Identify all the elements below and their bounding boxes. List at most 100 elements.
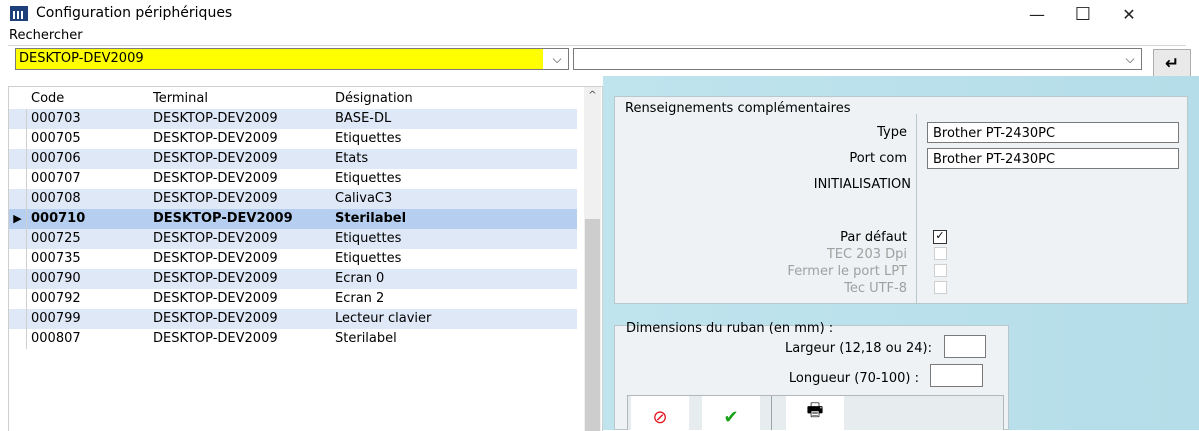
row-separator (26, 229, 27, 249)
cancel-button[interactable]: ⊘ (631, 396, 689, 430)
length-label: Longueur (70-100) : (788, 371, 919, 386)
cell-terminal: DESKTOP-DEV2009 (153, 231, 278, 246)
cell-designation: Ecran 0 (335, 271, 385, 286)
cell-code: 000807 (31, 331, 81, 346)
validate-button[interactable]: ✔ (702, 396, 760, 430)
cell-terminal: DESKTOP-DEV2009 (153, 311, 278, 326)
cell-terminal: DESKTOP-DEV2009 (153, 131, 278, 146)
cell-terminal: DESKTOP-DEV2009 (153, 271, 278, 286)
toolbar-divider (771, 396, 772, 430)
row-separator (26, 309, 27, 329)
search-separator (8, 45, 1186, 46)
print-button[interactable]: 🖶 (786, 396, 844, 430)
table-row[interactable]: 000708 DESKTOP-DEV2009 CalivaC3 (9, 189, 577, 209)
enter-icon: ↵ (1164, 53, 1180, 74)
table-row[interactable]: 000807 DESKTOP-DEV2009 Sterilabel (9, 329, 577, 349)
minimize-button[interactable]: — (1014, 0, 1060, 28)
tec-utf8-checkbox[interactable] (934, 281, 947, 294)
table-row[interactable]: 000703 DESKTOP-DEV2009 BASE-DL (9, 109, 577, 129)
port-com-field[interactable]: Brother PT-2430PC (927, 148, 1179, 169)
type-field[interactable]: Brother PT-2430PC (927, 122, 1179, 143)
cell-terminal: DESKTOP-DEV2009 (153, 291, 278, 306)
cell-terminal: DESKTOP-DEV2009 (153, 151, 278, 166)
close-button[interactable]: ✕ (1106, 0, 1152, 28)
column-header-code[interactable]: Code (31, 89, 64, 109)
cell-designation: CalivaC3 (335, 191, 393, 206)
details-group-title: Renseignements complémentaires (625, 101, 851, 116)
row-separator (26, 189, 27, 209)
cell-designation: Etats (335, 151, 369, 166)
default-label: Par défaut (840, 230, 907, 245)
details-divider (916, 114, 917, 304)
close-lpt-checkbox[interactable] (934, 264, 947, 277)
terminal-combo[interactable]: DESKTOP-DEV2009 ⌵ (15, 48, 569, 70)
cell-terminal: DESKTOP-DEV2009 (153, 211, 293, 226)
cell-terminal: DESKTOP-DEV2009 (153, 251, 278, 266)
row-separator (26, 209, 27, 229)
initialisation-label: INITIALISATION (813, 177, 911, 192)
width-label: Largeur (12,18 ou 24): (784, 341, 932, 356)
table-row[interactable]: 000735 DESKTOP-DEV2009 Etiquettes (9, 249, 577, 269)
title-bar: Configuration périphériques — ☐ ✕ (0, 0, 1199, 28)
cell-designation: Etiquettes (335, 171, 402, 186)
device-table: Code Terminal Désignation 000703 DESKTOP-… (8, 86, 603, 431)
cell-code: 000710 (31, 211, 86, 226)
chevron-down-icon[interactable]: ⌵ (1121, 49, 1139, 69)
table-row[interactable]: 000725 DESKTOP-DEV2009 Etiquettes (9, 229, 577, 249)
printer-icon: 🖶 (806, 400, 824, 421)
checkmark-icon: ✔ (723, 407, 739, 428)
window-title: Configuration périphériques (36, 5, 233, 21)
cell-designation: Lecteur clavier (335, 311, 432, 326)
default-checkbox[interactable]: ✓ (933, 230, 947, 244)
table-row[interactable]: ▶ 000710 DESKTOP-DEV2009 Sterilabel (9, 209, 577, 229)
cell-terminal: DESKTOP-DEV2009 (153, 171, 278, 186)
tec-utf8-label: Tec UTF-8 (844, 281, 907, 296)
cell-designation: Ecran 2 (335, 291, 385, 306)
cell-code: 000705 (31, 131, 81, 146)
table-row[interactable]: 000707 DESKTOP-DEV2009 Etiquettes (9, 169, 577, 189)
tec203-checkbox[interactable] (934, 247, 947, 260)
close-lpt-label: Fermer le port LPT (787, 264, 907, 279)
chevron-down-icon[interactable]: ⌵ (548, 49, 566, 69)
length-field[interactable] (930, 364, 983, 387)
search-label: Rechercher (9, 28, 83, 43)
table-row[interactable]: 000790 DESKTOP-DEV2009 Ecran 0 (9, 269, 577, 289)
enter-button[interactable]: ↵ (1153, 49, 1191, 78)
column-header-terminal[interactable]: Terminal (153, 89, 208, 109)
check-icon: ✓ (935, 229, 945, 242)
maximize-button[interactable]: ☐ (1060, 0, 1106, 28)
filter-combo[interactable]: ⌵ (573, 48, 1142, 70)
table-row[interactable]: 000706 DESKTOP-DEV2009 Etats (9, 149, 577, 169)
device-config-icon (10, 6, 28, 21)
cell-designation: Etiquettes (335, 251, 402, 266)
cell-terminal: DESKTOP-DEV2009 (153, 331, 278, 346)
cancel-icon: ⊘ (652, 407, 668, 428)
cell-code: 000708 (31, 191, 81, 206)
row-separator (26, 129, 27, 149)
ribbon-title: Dimensions du ruban (en mm) : (626, 321, 834, 336)
cell-terminal: DESKTOP-DEV2009 (153, 111, 278, 126)
cell-code: 000792 (31, 291, 81, 306)
cell-designation: Etiquettes (335, 231, 402, 246)
tec203-label: TEC 203 Dpi (826, 247, 907, 262)
table-row[interactable]: 000705 DESKTOP-DEV2009 Etiquettes (9, 129, 577, 149)
cell-code: 000703 (31, 111, 81, 126)
scrollbar-thumb[interactable] (585, 219, 600, 431)
cell-designation: Sterilabel (335, 331, 397, 346)
column-header-designation[interactable]: Désignation (335, 89, 413, 109)
row-selector-arrow-icon[interactable]: ▶ (9, 209, 26, 229)
table-row[interactable]: 000792 DESKTOP-DEV2009 Ecran 2 (9, 289, 577, 309)
cell-code: 000735 (31, 251, 81, 266)
scroll-up-arrow-icon[interactable]: ^ (584, 87, 601, 104)
port-com-label: Port com (849, 151, 907, 166)
row-separator (26, 329, 27, 349)
table-scrollbar[interactable]: ^ (584, 87, 601, 431)
type-label: Type (877, 125, 907, 140)
cell-code: 000706 (31, 151, 81, 166)
cell-code: 000790 (31, 271, 81, 286)
table-row[interactable]: 000799 DESKTOP-DEV2009 Lecteur clavier (9, 309, 577, 329)
width-field[interactable] (944, 335, 986, 358)
terminal-combo-value[interactable]: DESKTOP-DEV2009 (16, 49, 543, 69)
cell-designation: Sterilabel (335, 211, 407, 226)
row-separator (26, 289, 27, 309)
